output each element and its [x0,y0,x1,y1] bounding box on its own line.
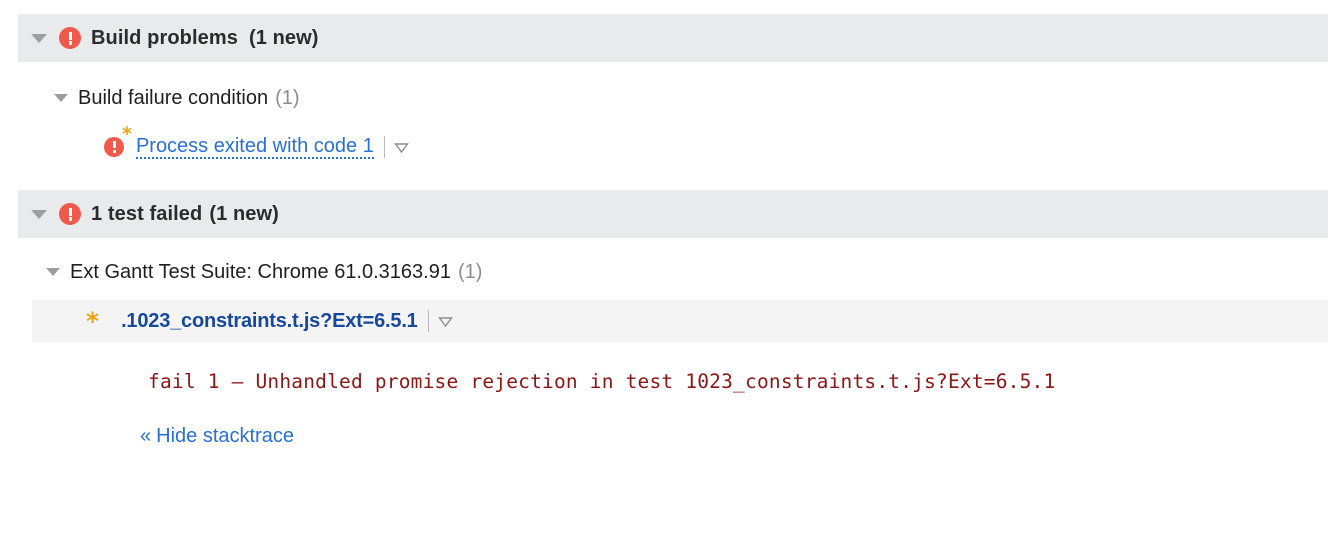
error-icon [59,27,81,49]
disclosure-triangle-icon[interactable] [54,94,68,102]
build-problem-link[interactable]: Process exited with code 1 [136,135,374,159]
group-label: Ext Gantt Test Suite: Chrome 61.0.3163.9… [70,261,451,284]
error-icon [59,203,81,225]
disclosure-triangle-icon[interactable] [31,210,47,219]
double-chevron-left-icon[interactable]: « [140,425,151,448]
chevron-down-icon[interactable] [394,140,409,155]
hide-stacktrace-row[interactable]: « Hide stacktrace [140,425,1328,448]
stacktrace-text: fail 1 – Unhandled promise rejection in … [148,370,1328,393]
section-title: Build problems [91,27,238,50]
new-marker-asterisk-icon: * [86,309,99,334]
divider [428,310,429,332]
build-problem-row[interactable]: * Process exited with code 1 [18,128,1328,166]
disclosure-triangle-icon[interactable] [31,34,47,43]
test-failure-row[interactable]: * .1023_constraints.t.js?Ext=6.5.1 [32,300,1328,342]
section-new-count: (1 new) [249,27,319,50]
test-name-link[interactable]: .1023_constraints.t.js?Ext=6.5.1 [121,310,418,332]
group-count: (1) [275,87,299,110]
error-icon [104,137,124,157]
group-test-suite[interactable]: Ext Gantt Test Suite: Chrome 61.0.3163.9… [18,252,1328,292]
group-label: Build failure condition [78,87,268,110]
chevron-down-icon[interactable] [438,314,453,329]
section-title: 1 test failed [91,203,202,226]
group-count: (1) [458,261,482,284]
group-build-failure-condition[interactable]: Build failure condition (1) [18,78,1328,118]
section-header-build-problems[interactable]: Build problems (1 new) [18,14,1328,62]
disclosure-triangle-icon[interactable] [46,268,60,276]
divider [384,136,385,158]
section-new-count: (1 new) [209,203,279,226]
new-marker-asterisk-icon: * [122,125,132,144]
hide-stacktrace-link[interactable]: Hide stacktrace [156,425,294,448]
section-header-test-failed[interactable]: 1 test failed (1 new) [18,190,1328,238]
